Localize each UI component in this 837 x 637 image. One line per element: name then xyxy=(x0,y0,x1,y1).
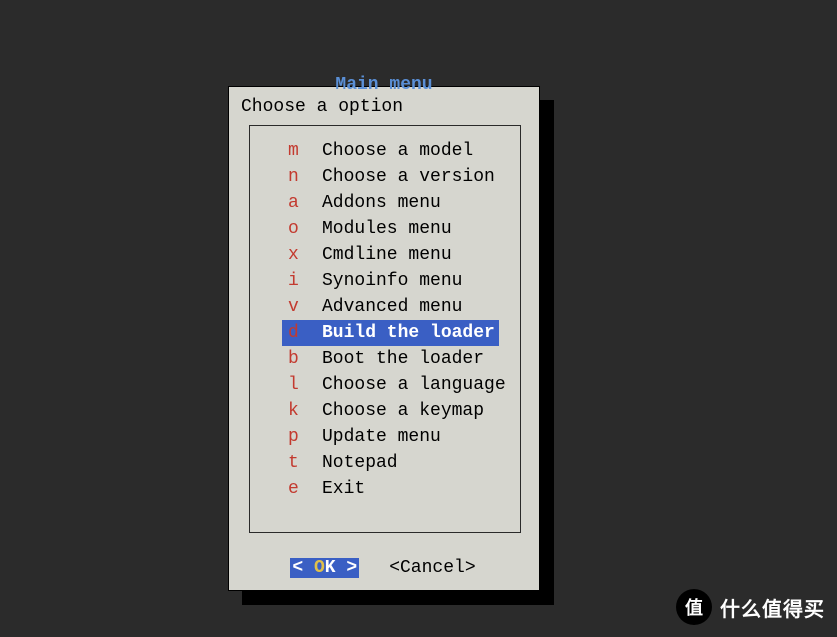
dialog-prompt: Choose a option xyxy=(241,97,403,117)
cancel-button[interactable]: <Cancel> xyxy=(387,558,477,578)
menu-list: mChoose a modelnChoose a versionaAddons … xyxy=(282,138,510,502)
menu-item-key: n xyxy=(282,164,318,190)
menu-item-label: Choose a version xyxy=(318,164,499,190)
watermark-text: 什么值得买 xyxy=(720,593,825,622)
menu-item-key: e xyxy=(282,476,318,502)
menu-item-key: b xyxy=(282,346,318,372)
menu-item-label: Modules menu xyxy=(318,216,456,242)
menu-item-label: Exit xyxy=(318,476,369,502)
menu-item-x[interactable]: xCmdline menu xyxy=(282,242,510,268)
dialog-title: Main menu xyxy=(229,75,539,95)
menu-item-label: Synoinfo menu xyxy=(318,268,466,294)
menu-item-key: p xyxy=(282,424,318,450)
menu-item-label: Cmdline menu xyxy=(318,242,456,268)
ok-bracket-l: < xyxy=(292,558,314,578)
menu-item-label: Notepad xyxy=(318,450,402,476)
menu-item-t[interactable]: tNotepad xyxy=(282,450,510,476)
menu-item-label: Choose a keymap xyxy=(318,398,488,424)
menu-item-key: a xyxy=(282,190,318,216)
menu-item-n[interactable]: nChoose a version xyxy=(282,164,510,190)
menu-item-v[interactable]: vAdvanced menu xyxy=(282,294,510,320)
ok-rest: K > xyxy=(325,558,357,578)
menu-item-b[interactable]: bBoot the loader xyxy=(282,346,510,372)
menu-item-key: t xyxy=(282,450,318,476)
menu-item-d[interactable]: dBuild the loader xyxy=(282,320,510,346)
menu-item-e[interactable]: eExit xyxy=(282,476,510,502)
watermark-badge-icon: 值 xyxy=(676,589,712,625)
menu-item-label: Boot the loader xyxy=(318,346,488,372)
menu-item-a[interactable]: aAddons menu xyxy=(282,190,510,216)
menu-item-label: Update menu xyxy=(318,424,445,450)
menu-item-key: i xyxy=(282,268,318,294)
main-menu-dialog: Main menu Choose a option mChoose a mode… xyxy=(228,86,540,591)
menu-item-key: k xyxy=(282,398,318,424)
menu-item-label: Choose a language xyxy=(318,372,510,398)
menu-item-label: Addons menu xyxy=(318,190,445,216)
menu-item-key: m xyxy=(282,138,318,164)
watermark: 值 什么值得买 xyxy=(676,589,825,625)
menu-item-key: o xyxy=(282,216,318,242)
ok-button[interactable]: < OK > xyxy=(290,558,359,578)
menu-item-key: l xyxy=(282,372,318,398)
menu-box: mChoose a modelnChoose a versionaAddons … xyxy=(249,125,521,533)
menu-item-i[interactable]: iSynoinfo menu xyxy=(282,268,510,294)
menu-item-l[interactable]: lChoose a language xyxy=(282,372,510,398)
dialog-buttons: < OK > <Cancel> xyxy=(229,558,539,578)
menu-item-label: Build the loader xyxy=(318,320,499,346)
menu-item-o[interactable]: oModules menu xyxy=(282,216,510,242)
menu-item-key: x xyxy=(282,242,318,268)
menu-item-key: v xyxy=(282,294,318,320)
menu-item-label: Choose a model xyxy=(318,138,477,164)
menu-item-key: d xyxy=(282,320,318,346)
menu-item-m[interactable]: mChoose a model xyxy=(282,138,510,164)
menu-item-k[interactable]: kChoose a keymap xyxy=(282,398,510,424)
menu-item-label: Advanced menu xyxy=(318,294,466,320)
ok-hotkey: O xyxy=(314,558,325,578)
menu-item-p[interactable]: pUpdate menu xyxy=(282,424,510,450)
